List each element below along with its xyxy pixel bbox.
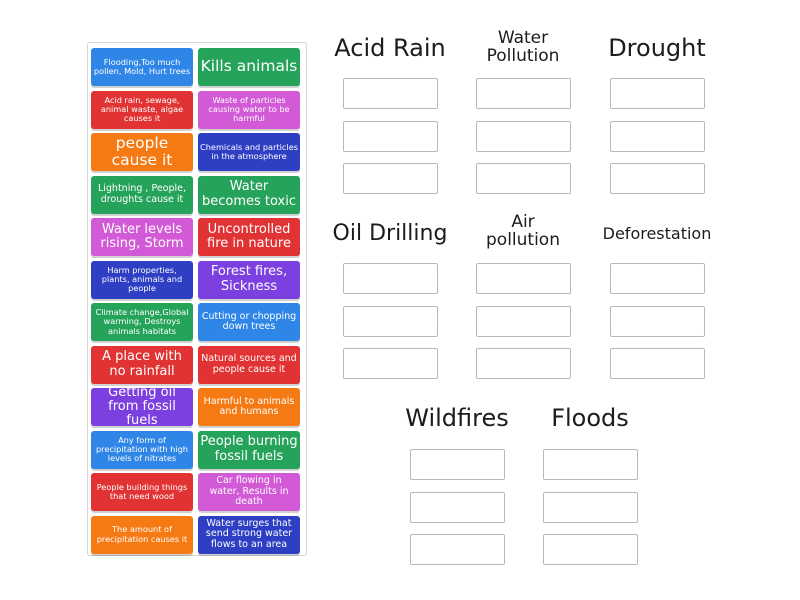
draggable-card[interactable]: Kills animals — [198, 48, 300, 86]
draggable-card[interactable]: Water becomes toxic — [198, 175, 300, 214]
draggable-card[interactable]: Uncontrolled fire in nature — [198, 218, 300, 256]
drop-slot[interactable] — [476, 78, 571, 109]
draggable-card[interactable]: The amount of precipitation causes it — [91, 515, 193, 554]
category-heading: Acid Rain — [334, 34, 446, 62]
drop-slot[interactable] — [343, 263, 438, 294]
draggable-card[interactable]: Harm properties, plants, animals and peo… — [91, 260, 193, 299]
draggable-card[interactable]: People burning fossil fuels — [198, 430, 300, 469]
drop-slot[interactable] — [610, 305, 705, 337]
category-heading: Floods — [551, 404, 629, 432]
drop-slot[interactable] — [476, 348, 571, 379]
drop-slot[interactable] — [610, 120, 705, 152]
drop-slot[interactable] — [343, 120, 438, 152]
category-heading: Drought — [608, 34, 706, 62]
draggable-card[interactable]: Any form of precipitation with high leve… — [91, 430, 193, 469]
draggable-card[interactable]: Car flowing in water, Results in death — [198, 473, 300, 511]
draggable-card[interactable]: Water levels rising, Storm — [91, 218, 193, 256]
draggable-card[interactable]: Chemicals and particles in the atmospher… — [198, 133, 300, 171]
draggable-card[interactable]: Cutting or chopping down trees — [198, 303, 300, 341]
drop-slot[interactable] — [476, 120, 571, 152]
drop-slot[interactable] — [343, 305, 438, 337]
draggable-card[interactable]: People building things that need wood — [91, 473, 193, 511]
draggable-card[interactable]: Waste of particles causing water to be h… — [198, 90, 300, 129]
draggable-card[interactable]: Harmful to animals and humans — [198, 388, 300, 426]
draggable-card[interactable]: Natural sources and people cause it — [198, 345, 300, 384]
drop-slot[interactable] — [343, 348, 438, 379]
draggable-card[interactable]: people cause it — [91, 133, 193, 171]
drop-slot[interactable] — [610, 78, 705, 109]
drop-slot[interactable] — [410, 449, 505, 480]
draggable-card[interactable]: Flooding,Too much pollen, Mold, Hurt tre… — [91, 48, 193, 86]
drop-slot[interactable] — [476, 263, 571, 294]
draggable-card[interactable]: A place with no rainfall — [91, 345, 193, 384]
draggable-card[interactable]: Water surges that send strong water flow… — [198, 515, 300, 554]
drop-slot[interactable] — [543, 491, 638, 523]
draggable-card[interactable]: Climate change,Global warming, Destroys … — [91, 303, 193, 341]
drop-slot[interactable] — [476, 163, 571, 194]
category-heading: Water Pollution — [486, 28, 560, 66]
drop-slot[interactable] — [610, 163, 705, 194]
drop-slot[interactable] — [343, 163, 438, 194]
drop-slot[interactable] — [610, 263, 705, 294]
category-heading: Oil Drilling — [332, 221, 448, 246]
category-heading: Wildfires — [405, 404, 509, 432]
drop-slot[interactable] — [476, 305, 571, 337]
draggable-card[interactable]: Acid rain, sewage, animal waste, algae c… — [91, 90, 193, 129]
drop-slot[interactable] — [543, 534, 638, 565]
drop-slot[interactable] — [410, 534, 505, 565]
drop-slot[interactable] — [343, 78, 438, 109]
draggable-card[interactable]: Forest fires, Sickness — [198, 260, 300, 299]
draggable-card[interactable]: Lightning , People, droughts cause it — [91, 175, 193, 214]
category-heading: Deforestation — [602, 224, 712, 243]
drop-slot[interactable] — [410, 491, 505, 523]
drop-slot[interactable] — [543, 449, 638, 480]
drop-slot[interactable] — [610, 348, 705, 379]
category-heading: Air pollution — [486, 212, 560, 250]
draggable-card[interactable]: Getting oil from fossil fuels — [91, 388, 193, 426]
